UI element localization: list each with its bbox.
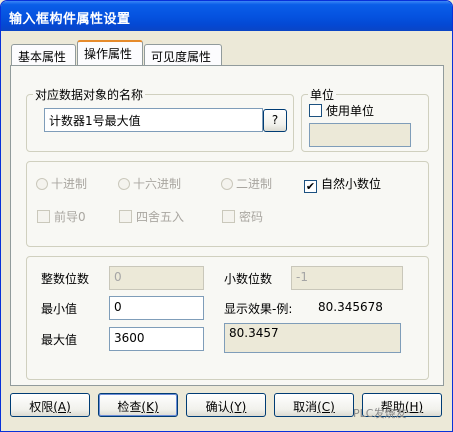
unit-legend: 单位 <box>310 88 335 102</box>
password-checkbox[interactable]: 密码 <box>222 208 263 225</box>
preview-example-value: 80.345678 <box>318 300 383 314</box>
browse-data-object-button[interactable]: ? <box>263 109 287 132</box>
tab-basic-properties[interactable]: 基本属性 <box>11 44 76 65</box>
cancel-button-label: 取消 <box>293 400 318 414</box>
check-button-label: 检查 <box>117 400 142 414</box>
natural-decimal-label: 自然小数位 <box>321 177 382 191</box>
use-unit-checkbox[interactable]: 使用单位 <box>309 102 374 119</box>
radio-binary-label: 二进制 <box>236 177 273 191</box>
unit-value-field[interactable] <box>309 123 411 147</box>
data-object-name-input[interactable]: 计数器1号最大值 <box>44 108 263 132</box>
dialog-window: 输入框构件属性设置 基本属性 操作属性 可见度属性 对应数据对象的名称 计数器1… <box>0 0 453 432</box>
watermark-text: PLC发烧友 <box>353 407 407 420</box>
confirm-button[interactable]: 确认(Y) <box>186 393 266 417</box>
tab-panel-operation: 对应数据对象的名称 计数器1号最大值 ? 单位 使用单位 十进制 十六进制 二进… <box>10 65 444 386</box>
rounding-box[interactable] <box>119 210 132 223</box>
integer-digits-label: 整数位数 <box>41 272 90 286</box>
tab-visibility-properties[interactable]: 可见度属性 <box>144 44 222 65</box>
radio-decimal-dot[interactable] <box>36 178 48 190</box>
natural-decimal-checkbox[interactable]: ✔ 自然小数位 <box>304 175 381 193</box>
min-value-label: 最小值 <box>41 302 78 316</box>
radio-binary[interactable]: 二进制 <box>221 175 272 192</box>
tab-operation-properties[interactable]: 操作属性 <box>77 40 143 65</box>
use-unit-checkbox-box[interactable] <box>309 104 322 117</box>
radio-hexadecimal[interactable]: 十六进制 <box>118 175 181 192</box>
radio-decimal[interactable]: 十进制 <box>36 175 87 192</box>
leading-zero-checkbox[interactable]: 前导0 <box>37 208 86 225</box>
max-value-input[interactable]: 3600 <box>109 327 204 351</box>
rounding-label: 四舍五入 <box>136 210 185 224</box>
preview-label: 显示效果-例: <box>224 302 293 316</box>
preview-result-box: 80.3457 <box>224 323 401 353</box>
leading-zero-label: 前导0 <box>54 210 86 224</box>
permission-button[interactable]: 权限(A) <box>10 393 90 417</box>
radio-binary-dot[interactable] <box>221 178 233 190</box>
confirm-button-label: 确认 <box>205 400 230 414</box>
cancel-button-hotkey: (C) <box>317 400 335 414</box>
check-button[interactable]: 检查(K) <box>98 393 178 417</box>
password-label: 密码 <box>239 210 264 224</box>
window-title: 输入框构件属性设置 <box>1 1 452 31</box>
use-unit-label: 使用单位 <box>326 104 375 118</box>
radio-decimal-label: 十进制 <box>51 177 88 191</box>
decimal-digits-label: 小数位数 <box>224 272 273 286</box>
natural-decimal-check-icon[interactable]: ✔ <box>304 180 317 193</box>
password-box[interactable] <box>222 210 235 223</box>
min-value-input[interactable]: 0 <box>109 296 204 320</box>
radio-hexadecimal-dot[interactable] <box>118 178 130 190</box>
permission-button-label: 权限 <box>29 400 54 414</box>
check-button-hotkey: (K) <box>141 400 159 414</box>
confirm-button-hotkey: (Y) <box>229 400 247 414</box>
integer-digits-input[interactable]: 0 <box>109 266 204 290</box>
decimal-digits-input[interactable]: -1 <box>291 266 403 290</box>
max-value-label: 最大值 <box>41 333 78 347</box>
dialog-body: 基本属性 操作属性 可见度属性 对应数据对象的名称 计数器1号最大值 ? 单位 … <box>1 31 452 431</box>
help-button-hotkey: (H) <box>404 400 424 414</box>
cancel-button[interactable]: 取消(C) <box>274 393 354 417</box>
data-object-legend: 对应数据对象的名称 <box>35 88 144 102</box>
permission-button-hotkey: (A) <box>53 400 71 414</box>
radio-hexadecimal-label: 十六进制 <box>133 177 182 191</box>
leading-zero-box[interactable] <box>37 210 50 223</box>
rounding-checkbox[interactable]: 四舍五入 <box>119 208 184 225</box>
format-group <box>26 161 429 247</box>
